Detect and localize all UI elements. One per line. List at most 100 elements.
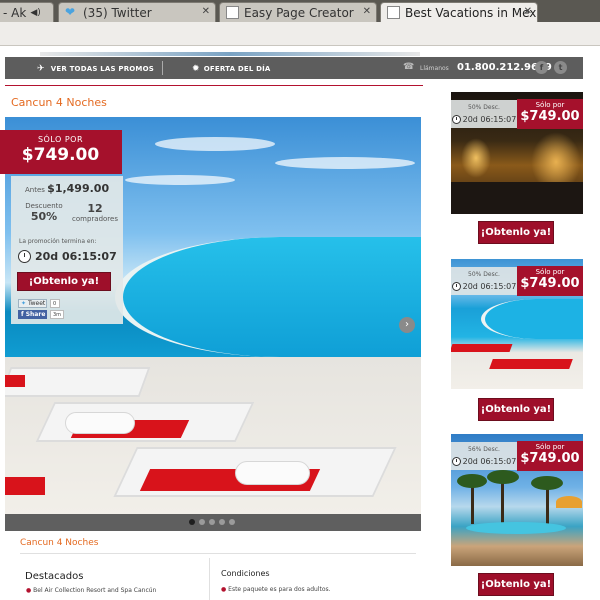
tweet-count: 0	[50, 299, 60, 308]
site-nav-bar: ✈ VER TODAS LAS PROMOS ✹ OFERTA DEL DÍA …	[5, 57, 583, 79]
towel	[489, 359, 573, 369]
web-page: ✈ VER TODAS LAS PROMOS ✹ OFERTA DEL DÍA …	[0, 47, 600, 600]
highlights-heading: Destacados	[25, 571, 84, 582]
card-price-label: Sólo por	[535, 268, 565, 276]
card-get-it-button[interactable]: ¡Obtenlo ya!	[478, 398, 554, 421]
column-divider	[209, 558, 210, 600]
share-label: Share	[25, 311, 46, 318]
tag-icon: ✈	[37, 64, 45, 74]
phone-icon: ☎	[403, 62, 415, 72]
card-info: 56% Desc. 20d 06:15:07	[451, 442, 517, 470]
close-tab-icon[interactable]: ✕	[363, 6, 371, 17]
cloud	[125, 175, 235, 185]
divider-line	[5, 85, 423, 86]
card-discount: 50% Desc.	[468, 104, 500, 111]
card-get-it-button[interactable]: ¡Obtenlo ya!	[478, 221, 554, 244]
card-discount: 50% Desc.	[468, 271, 500, 278]
close-tab-icon[interactable]: ✕	[524, 6, 532, 17]
light-glow	[461, 138, 491, 178]
tab-label: Best Vacations in Mex	[405, 5, 537, 20]
buyers-count: 12	[87, 202, 103, 215]
pool	[466, 522, 566, 534]
browser-tab-easy-page[interactable]: Easy Page Creator ✕	[219, 2, 377, 22]
clock-icon	[451, 115, 461, 124]
share-count: 3m	[50, 310, 65, 319]
section-divider	[20, 553, 416, 554]
pool	[115, 237, 421, 357]
card-price: $749.00	[520, 276, 580, 291]
countdown-timer: 20d 06:15:07	[18, 250, 117, 263]
card-info: 50% Desc. 20d 06:15:07	[451, 267, 517, 295]
twitter-bird-icon: ✦	[21, 300, 27, 307]
offer-title[interactable]: Cancun 4 Noches	[11, 96, 107, 109]
highlights-item: ● Bel Air Collection Resort and Spa Canc…	[26, 587, 157, 594]
facebook-share-button[interactable]: f Share	[18, 310, 47, 319]
discount-value: 50%	[30, 210, 58, 223]
tab-label: (35) Twitter	[83, 5, 152, 20]
gear-icon: ✹	[192, 64, 200, 74]
buyers-label: compradores	[72, 215, 118, 223]
tab-label: Easy Page Creator	[244, 5, 354, 20]
slider-dot-5[interactable]	[229, 519, 235, 525]
price-value: $749.00	[21, 145, 100, 165]
card-discount: 56% Desc.	[468, 446, 500, 453]
palm-frond	[531, 476, 563, 490]
clock-icon	[451, 282, 461, 291]
clock-icon	[18, 250, 31, 263]
card-get-it-button[interactable]: ¡Obtenlo ya!	[478, 573, 554, 596]
slider-dot-1[interactable]	[189, 519, 195, 525]
conditions-text: Este paquete es para dos adultos.	[228, 586, 331, 593]
pool	[481, 299, 583, 339]
card-price-label: Sólo por	[535, 443, 565, 451]
nav-deal-label: OFERTA DEL DÍA	[203, 65, 271, 73]
palm-frond	[457, 474, 487, 488]
terrace	[451, 182, 583, 214]
browser-tab-active[interactable]: Best Vacations in Mex ✕	[380, 2, 538, 22]
card-timer: 20d 06:15:07	[451, 115, 517, 124]
nav-all-promos[interactable]: ✈ VER TODAS LAS PROMOS	[37, 64, 154, 74]
conditions-item: ● Este paquete es para dos adultos.	[221, 586, 331, 593]
offer-subtitle: Cancun 4 Noches	[20, 538, 99, 548]
get-it-button[interactable]: ¡Obtenlo ya!	[17, 272, 111, 291]
offer-card[interactable]: 50% Desc. 20d 06:15:07 Sólo por $749.00	[451, 92, 583, 214]
header-banner-strip	[40, 52, 420, 56]
card-timer: 20d 06:15:07	[451, 457, 517, 466]
card-timer-value: 20d 06:15:07	[462, 457, 517, 466]
price-label: SÓLO POR	[37, 135, 84, 144]
close-tab-icon[interactable]: ✕	[202, 6, 210, 17]
price-box: SÓLO POR $749.00	[0, 130, 122, 174]
slider-dot-2[interactable]	[199, 519, 205, 525]
speaker-icon: ◀)	[30, 7, 41, 18]
offer-card[interactable]: 50% Desc. 20d 06:15:07 Sólo por $749.00	[451, 259, 583, 389]
browser-tab-twitter[interactable]: ❤ (35) Twitter ✕	[58, 2, 216, 22]
slider-dot-4[interactable]	[219, 519, 225, 525]
palm-tree	[546, 484, 549, 524]
cloud	[155, 137, 275, 151]
timer-value: 20d 06:15:07	[35, 250, 117, 263]
card-timer-value: 20d 06:15:07	[462, 282, 517, 291]
twitter-icon: ❤	[65, 5, 76, 19]
page-icon	[387, 6, 400, 19]
before-price: $1,499.00	[47, 182, 110, 195]
browser-tab-1[interactable]: - Ak ◀)	[0, 2, 54, 22]
facebook-icon[interactable]: f	[535, 61, 548, 74]
discount-block: Descuento 50%	[19, 202, 69, 223]
nav-divider	[162, 61, 163, 75]
twitter-icon[interactable]: t	[554, 61, 567, 74]
nav-all-promos-label: VER TODAS LAS PROMOS	[50, 65, 154, 73]
conditions-heading: Condiciones	[221, 569, 270, 578]
offer-card[interactable]: 56% Desc. 20d 06:15:07 Sólo por $749.00	[451, 434, 583, 566]
next-slide-button[interactable]: ›	[399, 317, 415, 333]
slider-dot-3[interactable]	[209, 519, 215, 525]
palm-frond	[487, 470, 519, 484]
umbrella	[556, 496, 582, 508]
nav-deal-of-day[interactable]: ✹ OFERTA DEL DÍA	[192, 64, 271, 74]
tweet-button[interactable]: ✦ Tweet	[18, 299, 47, 308]
page-icon	[226, 6, 239, 19]
card-timer: 20d 06:15:07	[451, 282, 517, 291]
card-price-label: Sólo por	[535, 101, 565, 109]
cloud	[275, 157, 415, 169]
card-price-box: Sólo por $749.00	[517, 266, 583, 296]
towel	[451, 344, 513, 352]
clock-icon	[451, 457, 461, 466]
